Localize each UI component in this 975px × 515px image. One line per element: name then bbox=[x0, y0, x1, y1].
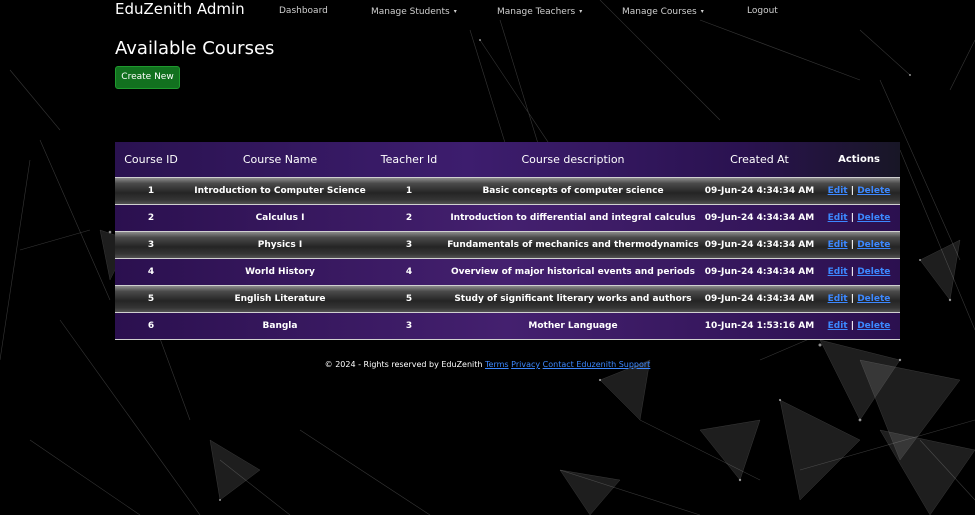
chevron-down-icon: ▾ bbox=[579, 8, 583, 15]
action-separator: | bbox=[850, 240, 855, 250]
cell-course-id: 2 bbox=[115, 204, 187, 232]
page-title: Available Courses bbox=[115, 38, 275, 59]
header-actions: Actions bbox=[838, 154, 880, 165]
table-row: 6 Bangla 3 Mother Language 10-Jun-24 1:5… bbox=[115, 312, 900, 340]
courses-table: Course ID Course Name Teacher Id Course … bbox=[115, 142, 900, 340]
nav-manage-courses[interactable]: Manage Courses ▾ bbox=[622, 6, 704, 18]
header-teacher-id: Teacher Id bbox=[380, 153, 438, 166]
edit-link[interactable]: Edit bbox=[828, 267, 848, 277]
cell-created-at: 09-Jun-24 4:34:34 AM bbox=[701, 285, 818, 313]
cell-actions: Edit | Delete bbox=[818, 285, 900, 313]
cell-course-id: 4 bbox=[115, 258, 187, 286]
delete-link[interactable]: Delete bbox=[857, 240, 890, 250]
cell-course-name: Bangla bbox=[187, 312, 373, 340]
cell-actions: Edit | Delete bbox=[818, 177, 900, 205]
cell-created-at: 09-Jun-24 4:34:34 AM bbox=[701, 204, 818, 232]
delete-link[interactable]: Delete bbox=[857, 186, 890, 196]
cell-description: Mother Language bbox=[445, 312, 701, 340]
footer-terms-link[interactable]: Terms bbox=[485, 360, 509, 369]
cell-teacher-id: 3 bbox=[373, 231, 445, 259]
edit-link[interactable]: Edit bbox=[828, 321, 848, 331]
header-course-id: Course ID bbox=[124, 153, 178, 166]
nav-manage-students-label: Manage Students bbox=[371, 7, 450, 17]
cell-teacher-id: 5 bbox=[373, 285, 445, 313]
table-header-row: Course ID Course Name Teacher Id Course … bbox=[115, 142, 900, 178]
footer-support-link[interactable]: Contact Eduzenith Support bbox=[543, 360, 651, 369]
table-row: 5 English Literature 5 Study of signific… bbox=[115, 285, 900, 313]
cell-description: Introduction to differential and integra… bbox=[445, 204, 701, 232]
edit-link[interactable]: Edit bbox=[828, 294, 848, 304]
cell-course-name: Calculus I bbox=[187, 204, 373, 232]
header-course-name: Course Name bbox=[242, 153, 318, 166]
footer: © 2024 - Rights reserved by EduZenith Te… bbox=[0, 360, 975, 369]
nav-manage-teachers-label: Manage Teachers bbox=[497, 7, 576, 17]
action-separator: | bbox=[850, 186, 855, 196]
table-row: 4 World History 4 Overview of major hist… bbox=[115, 258, 900, 286]
cell-created-at: 09-Jun-24 4:34:34 AM bbox=[701, 231, 818, 259]
cell-actions: Edit | Delete bbox=[818, 231, 900, 259]
action-separator: | bbox=[850, 321, 855, 331]
chevron-down-icon: ▾ bbox=[453, 8, 457, 15]
footer-copyright: © 2024 - Rights reserved by EduZenith bbox=[324, 360, 483, 369]
action-separator: | bbox=[850, 213, 855, 223]
cell-course-id: 6 bbox=[115, 312, 187, 340]
nav-manage-courses-label: Manage Courses bbox=[622, 7, 697, 17]
cell-description: Study of significant literary works and … bbox=[445, 285, 701, 313]
cell-teacher-id: 4 bbox=[373, 258, 445, 286]
header-course-description: Course description bbox=[521, 153, 625, 166]
cell-teacher-id: 3 bbox=[373, 312, 445, 340]
edit-link[interactable]: Edit bbox=[828, 240, 848, 250]
cell-course-name: World History bbox=[187, 258, 373, 286]
delete-link[interactable]: Delete bbox=[857, 321, 890, 331]
cell-created-at: 10-Jun-24 1:53:16 AM bbox=[701, 312, 818, 340]
cell-course-name: Introduction to Computer Science bbox=[187, 177, 373, 205]
nav-dashboard[interactable]: Dashboard bbox=[279, 6, 328, 17]
nav-logout[interactable]: Logout bbox=[747, 6, 778, 17]
cell-teacher-id: 2 bbox=[373, 204, 445, 232]
nav-manage-students[interactable]: Manage Students ▾ bbox=[371, 6, 457, 18]
header-created-at: Created At bbox=[730, 153, 789, 166]
cell-teacher-id: 1 bbox=[373, 177, 445, 205]
cell-created-at: 09-Jun-24 4:34:34 AM bbox=[701, 258, 818, 286]
cell-actions: Edit | Delete bbox=[818, 204, 900, 232]
delete-link[interactable]: Delete bbox=[857, 267, 890, 277]
table-row: 2 Calculus I 2 Introduction to different… bbox=[115, 204, 900, 232]
chevron-down-icon: ▾ bbox=[700, 8, 704, 15]
edit-link[interactable]: Edit bbox=[828, 213, 848, 223]
cell-actions: Edit | Delete bbox=[818, 312, 900, 340]
cell-created-at: 09-Jun-24 4:34:34 AM bbox=[701, 177, 818, 205]
edit-link[interactable]: Edit bbox=[828, 186, 848, 196]
cell-course-name: Physics I bbox=[187, 231, 373, 259]
delete-link[interactable]: Delete bbox=[857, 213, 890, 223]
cell-course-name: English Literature bbox=[187, 285, 373, 313]
create-new-button[interactable]: Create New bbox=[115, 66, 180, 89]
cell-course-id: 5 bbox=[115, 285, 187, 313]
cell-course-id: 1 bbox=[115, 177, 187, 205]
table-row: 3 Physics I 3 Fundamentals of mechanics … bbox=[115, 231, 900, 259]
nav-manage-teachers[interactable]: Manage Teachers ▾ bbox=[497, 6, 582, 18]
top-navbar: EduZenith Admin Dashboard Manage Student… bbox=[0, 0, 975, 24]
brand-logo-link[interactable]: EduZenith Admin bbox=[115, 0, 245, 19]
cell-actions: Edit | Delete bbox=[818, 258, 900, 286]
delete-link[interactable]: Delete bbox=[857, 294, 890, 304]
cell-course-id: 3 bbox=[115, 231, 187, 259]
cell-description: Basic concepts of computer science bbox=[445, 177, 701, 205]
table-row: 1 Introduction to Computer Science 1 Bas… bbox=[115, 177, 900, 205]
cell-description: Fundamentals of mechanics and thermodyna… bbox=[445, 231, 701, 259]
footer-privacy-link[interactable]: Privacy bbox=[511, 360, 540, 369]
cell-description: Overview of major historical events and … bbox=[445, 258, 701, 286]
action-separator: | bbox=[850, 294, 855, 304]
action-separator: | bbox=[850, 267, 855, 277]
